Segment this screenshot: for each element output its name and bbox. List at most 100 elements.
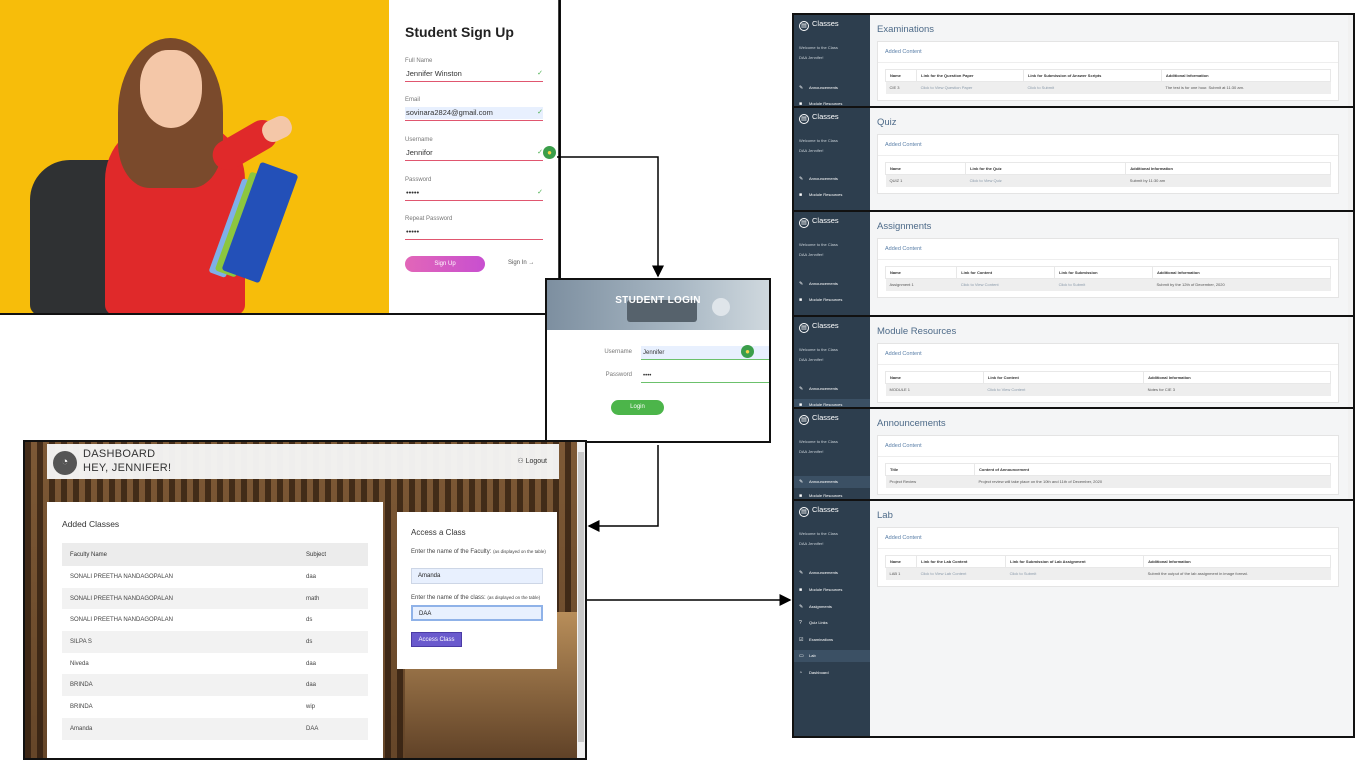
classes-brand: ▤ Classes <box>799 413 839 425</box>
class-label: Enter the name of the class: (as display… <box>411 595 541 601</box>
signup-button[interactable]: Sign Up <box>405 256 485 272</box>
dashboard-icon: ◔ <box>799 670 803 676</box>
scrollbar[interactable] <box>577 442 585 758</box>
login-button[interactable]: Login <box>611 400 664 415</box>
repeat-password-input[interactable]: ••••• <box>405 226 543 238</box>
main-content: Lab Added Content Name Link for the Lab … <box>870 501 1353 736</box>
nav-module-resources[interactable]: ■ Module Resources <box>799 101 842 106</box>
nav-announcements[interactable]: ✎ Announcements <box>799 281 838 287</box>
dashboard-header: ◔ DASHBOARD HEY, JENNIFER! ⚇ Logout <box>47 444 559 479</box>
nav-module-resources[interactable]: ■ Module Resources <box>799 297 842 303</box>
scrollbar[interactable] <box>1348 212 1353 315</box>
nav-quiz-links[interactable]: ? Quiz Links <box>799 620 828 626</box>
content-table: Name Link for the Lab Content Link for S… <box>884 555 1331 580</box>
username-label: Username <box>405 137 433 143</box>
column-header: Subject <box>298 543 368 566</box>
email-field[interactable]: Email sovinara2824@gmail.com ✓ <box>405 97 543 121</box>
welcome-text: Welcome to the Class DAA Jennifer! <box>799 439 838 454</box>
classes-brand: ▤ Classes <box>799 19 839 31</box>
lightbulb-icon[interactable]: ● <box>741 345 754 358</box>
nav-dashboard[interactable]: ◔ Dashboard <box>799 670 829 676</box>
content-card: Added Content Title Content of Announcem… <box>877 435 1339 495</box>
nav-module-resources[interactable]: ■ Module Resources <box>794 399 870 407</box>
repeat-password-label: Repeat Password <box>405 216 453 222</box>
view-content-link[interactable]: Click to View Content <box>983 383 1144 396</box>
nav-module-resources[interactable]: ■ Module Resources <box>799 493 842 499</box>
access-class-panel: Access a Class Enter the name of the Fac… <box>397 512 557 669</box>
classes-brand: ▤ Classes <box>799 505 839 517</box>
card-header: Added Content <box>878 135 1338 156</box>
main-content: Quiz Added Content Name Link for the Qui… <box>870 108 1353 210</box>
sidebar: ▤ Classes Welcome to the Class DAA Jennife… <box>794 409 870 499</box>
nav-lab[interactable]: ▭ Lab <box>794 650 870 662</box>
nav-module-resources[interactable]: ■ Module Resources <box>799 587 842 593</box>
student-photo <box>0 0 389 313</box>
greeting: HEY, JENNIFER! <box>83 462 172 474</box>
nav-examinations[interactable]: ☑ Examinations <box>799 637 833 643</box>
dashboard-gauge-icon: ◔ <box>53 451 77 475</box>
content-table: Name Link for the Quiz Additional Inform… <box>884 162 1331 187</box>
login-password-input[interactable]: •••• <box>641 369 769 383</box>
edit-icon: ✎ <box>799 604 804 610</box>
class-input[interactable]: DAA <box>411 605 543 621</box>
table-row: SONALI PREETHA NANDAGOPALAN daa <box>70 573 317 580</box>
bookmark-icon: ■ <box>799 192 803 198</box>
signin-link[interactable]: Sign In → <box>508 260 534 266</box>
bookmark-icon: ■ <box>799 297 803 303</box>
main-content: Announcements Added Content Title Conten… <box>870 409 1353 499</box>
classes-brand: ▤ Classes <box>799 216 839 228</box>
lightbulb-icon[interactable]: ● <box>543 146 556 159</box>
nav-announcements[interactable]: ✎ Announcements <box>799 570 838 576</box>
added-classes-title: Added Classes <box>62 519 120 529</box>
content-card: Added Content Name Link for the Question… <box>877 41 1339 101</box>
section-title: Module Resources <box>877 326 957 337</box>
section-title: Examinations <box>877 24 935 35</box>
view-quiz-link[interactable]: Click to View Quiz <box>965 174 1126 187</box>
faculty-input[interactable]: Amanda <box>411 568 543 584</box>
password-field[interactable]: Password ••••• ✓ <box>405 177 543 201</box>
nav-module-resources[interactable]: ■ Module Resources <box>799 192 842 198</box>
username-field[interactable]: Username Jennifor ✓ <box>405 137 543 161</box>
password-input[interactable]: ••••• <box>405 187 543 199</box>
submit-link[interactable]: Click to Submit <box>1005 567 1144 580</box>
scrollbar[interactable] <box>1348 409 1353 499</box>
logout-button[interactable]: ⚇ Logout <box>517 457 547 465</box>
scrollbar[interactable] <box>1348 15 1353 106</box>
table-row: Project Review Project review will take … <box>885 475 1331 488</box>
username-input[interactable]: Jennifor <box>405 147 543 159</box>
main-content: Examinations Added Content Name Link for… <box>870 15 1353 106</box>
scrollbar[interactable] <box>1348 108 1353 210</box>
scrollbar[interactable] <box>1348 317 1353 407</box>
check-icon: ✓ <box>537 109 543 116</box>
pin-icon: ✎ <box>799 85 804 91</box>
table-row: QUIZ 1 Click to View Quiz Submit by 11:3… <box>885 174 1331 187</box>
sidebar: ▤ Classes Welcome to the Class DAA Jennife… <box>794 501 870 736</box>
content-table: Name Link for Content Link for Submissio… <box>884 266 1332 291</box>
check-icon: ✓ <box>537 70 543 77</box>
full-name-input[interactable]: Jennifer Winston <box>405 68 543 80</box>
table-row: BRINDA wip <box>70 703 316 710</box>
view-question-paper-link[interactable]: Click to View Question Paper <box>916 81 1024 94</box>
nav-announcements[interactable]: ✎ Announcements <box>799 176 838 182</box>
access-class-button[interactable]: Access Class <box>411 632 462 647</box>
table-row: Assignment 1 Click to View Content Click… <box>885 278 1331 291</box>
nav-announcements[interactable]: ✎ Announcements <box>799 85 838 91</box>
view-lab-content-link[interactable]: Click to View Lab Content <box>916 567 1006 580</box>
sidebar: ▤ Classes Welcome to the Class DAA Jennife… <box>794 108 870 210</box>
signup-page: Student Sign Up Full Name Jennifer Winst… <box>0 0 561 315</box>
nav-announcements[interactable]: ✎ Announcements <box>794 476 870 488</box>
submit-link[interactable]: Click to Submit <box>1023 81 1162 94</box>
laptop-icon: ▭ <box>799 653 804 659</box>
main-content: Module Resources Added Content Name Link… <box>870 317 1353 407</box>
main-content: Assignments Added Content Name Link for … <box>870 212 1353 315</box>
sidebar: ▤ Classes Welcome to the Class DAA Jennife… <box>794 15 870 106</box>
repeat-password-field[interactable]: Repeat Password ••••• <box>405 216 543 240</box>
nav-announcements[interactable]: ✎ Announcements <box>799 386 838 392</box>
pin-icon: ✎ <box>799 176 804 182</box>
view-content-link[interactable]: Click to View Content <box>956 278 1055 291</box>
dashboard-page: ◔ DASHBOARD HEY, JENNIFER! ⚇ Logout Adde… <box>23 440 587 760</box>
nav-assignments[interactable]: ✎ Assignments <box>799 604 832 610</box>
submit-link[interactable]: Click to Submit <box>1054 278 1153 291</box>
email-input[interactable]: sovinara2824@gmail.com <box>405 107 543 119</box>
full-name-field[interactable]: Full Name Jennifer Winston ✓ <box>405 58 543 82</box>
